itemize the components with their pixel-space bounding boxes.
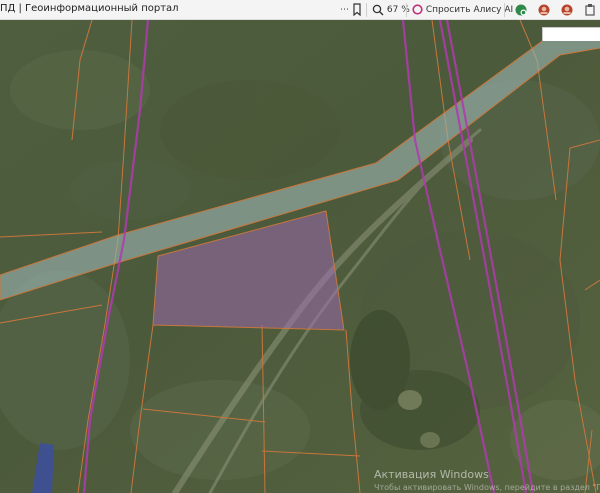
map-overlay-panel[interactable] bbox=[542, 27, 600, 41]
browser-toolbar: ПД | Геоинформационный портал ⋯ 67 % Спр… bbox=[0, 0, 600, 20]
bookmark-icon[interactable] bbox=[352, 2, 362, 18]
page-title: ПД | Геоинформационный портал bbox=[0, 3, 179, 14]
extension-green-icon[interactable] bbox=[514, 2, 528, 18]
ask-alice-ai-label: Спросить Алису AI bbox=[425, 5, 514, 15]
map-canvas[interactable] bbox=[0, 20, 600, 493]
extension-red-icon[interactable] bbox=[537, 2, 551, 18]
zoom-control[interactable]: 67 % bbox=[372, 2, 410, 18]
extension-red-icon-2[interactable] bbox=[560, 2, 574, 18]
windows-activation-subtitle: Чтобы активировать Windows, перейдите в … bbox=[374, 483, 600, 492]
windows-activation-title: Активация Windows bbox=[374, 468, 489, 481]
more-options-icon[interactable]: ⋯ bbox=[340, 2, 349, 18]
extension-icon[interactable] bbox=[584, 2, 596, 18]
ask-alice-ai-button[interactable]: Спросить Алису AI bbox=[412, 2, 513, 18]
toolbar-divider bbox=[406, 3, 407, 17]
toolbar-divider bbox=[366, 3, 367, 17]
zoom-icon bbox=[372, 4, 384, 15]
alice-ai-icon bbox=[412, 4, 423, 15]
toolbar-divider bbox=[504, 3, 505, 17]
